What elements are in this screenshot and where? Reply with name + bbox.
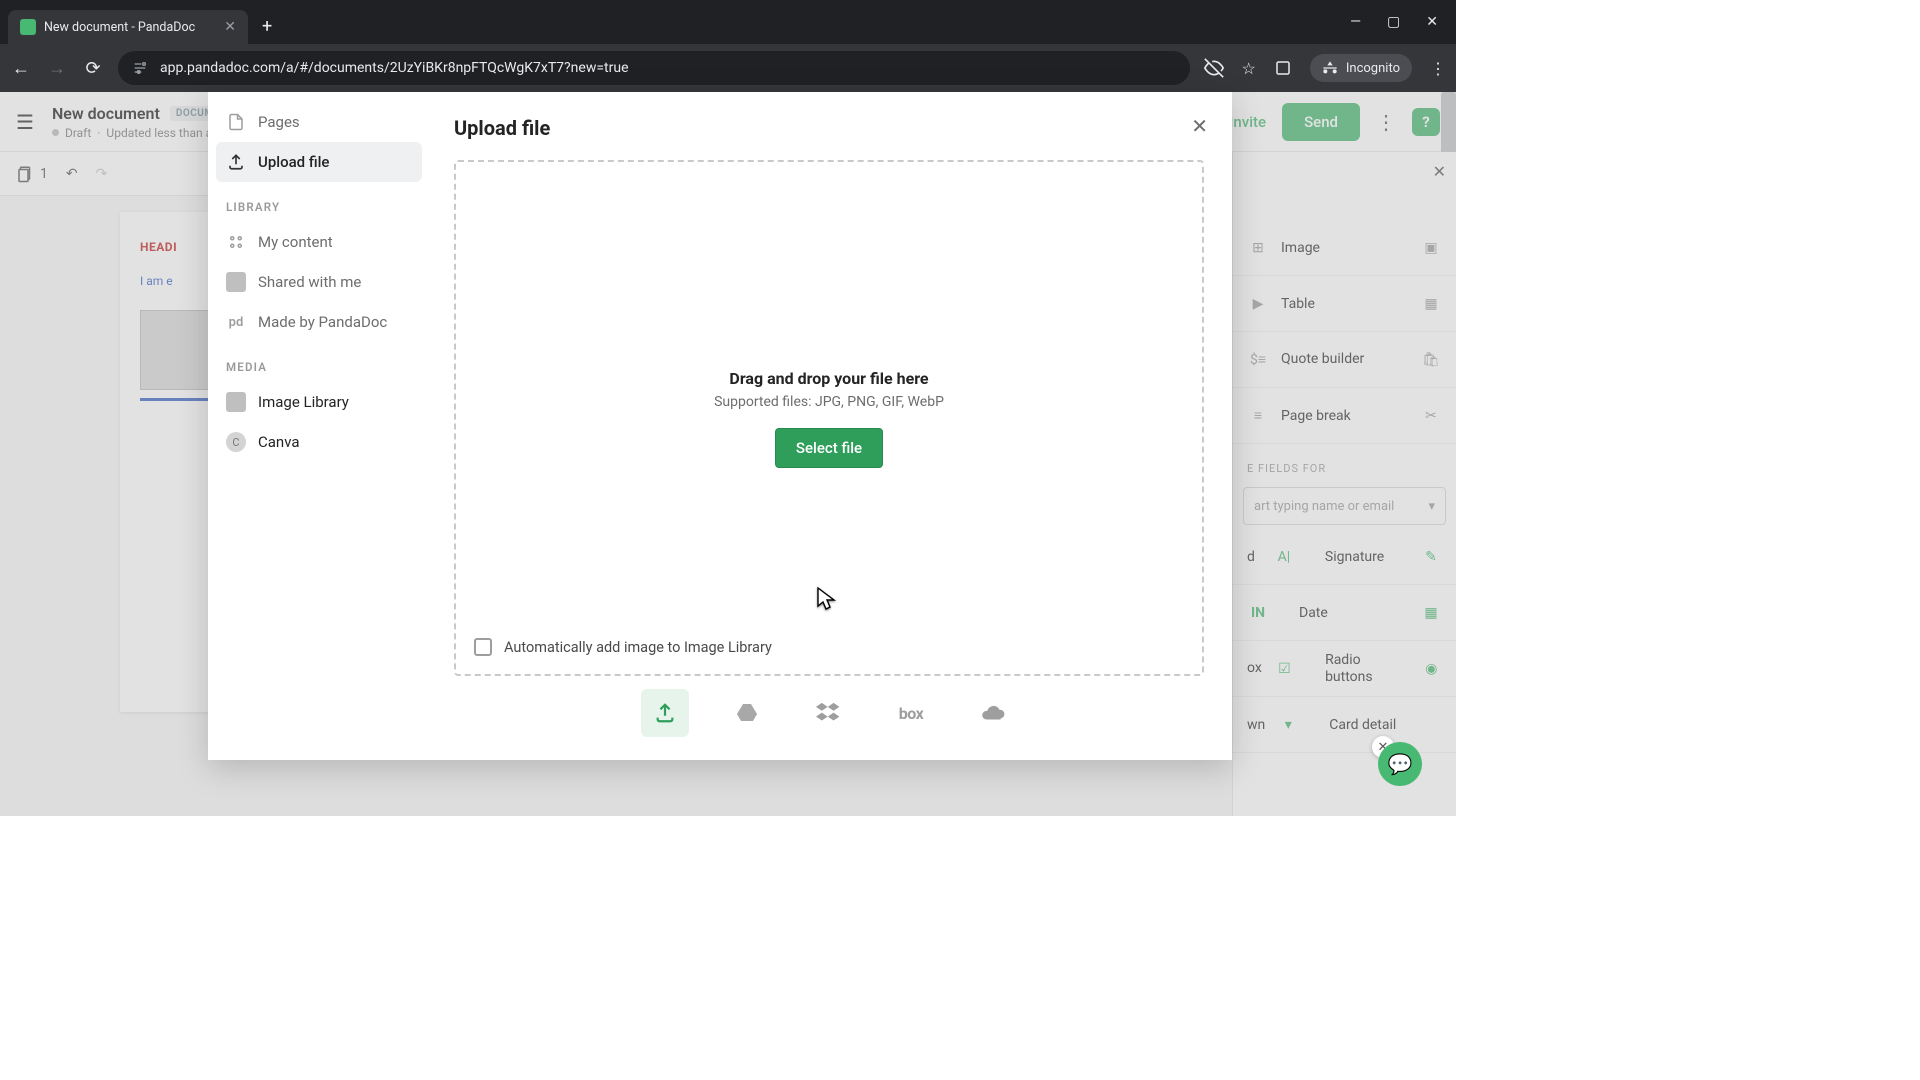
- provider-dropbox[interactable]: [805, 689, 853, 737]
- site-settings-icon[interactable]: [132, 60, 148, 76]
- new-tab-button[interactable]: +: [262, 16, 272, 37]
- extensions-icon[interactable]: [1274, 59, 1292, 77]
- eye-off-icon[interactable]: [1204, 58, 1224, 78]
- provider-box[interactable]: box: [887, 689, 935, 737]
- dropzone-title: Drag and drop your file here: [729, 369, 928, 388]
- sidebar-item-upload[interactable]: Upload file: [216, 142, 422, 182]
- browser-toolbar: ← → ⟳ app.pandadoc.com/a/#/documents/2Uz…: [0, 44, 1456, 92]
- sidebar-item-made-by[interactable]: pd Made by PandaDoc: [216, 302, 422, 342]
- upload-modal: Pages Upload file LIBRARY My content Sha…: [208, 92, 1232, 760]
- reload-button[interactable]: ⟳: [82, 58, 104, 79]
- sidebar-item-my-content[interactable]: My content: [216, 222, 422, 262]
- grid-icon: [226, 232, 246, 252]
- sidebar-item-pages[interactable]: Pages: [216, 102, 422, 142]
- sidebar-item-canva[interactable]: C Canva: [216, 422, 422, 462]
- modal-sidebar: Pages Upload file LIBRARY My content Sha…: [208, 92, 430, 760]
- sidebar-item-shared[interactable]: Shared with me: [216, 262, 422, 302]
- media-section-label: MEDIA: [216, 342, 422, 382]
- modal-main: Upload file ✕ Drag and drop your file he…: [430, 92, 1232, 760]
- checkbox-icon[interactable]: [474, 638, 492, 656]
- auto-add-checkbox-row[interactable]: Automatically add image to Image Library: [474, 638, 772, 656]
- select-file-button[interactable]: Select file: [775, 428, 883, 468]
- page-icon: [226, 112, 246, 132]
- provider-upload[interactable]: [641, 689, 689, 737]
- incognito-badge[interactable]: Incognito: [1310, 54, 1412, 82]
- tab-title: New document - PandaDoc: [44, 20, 195, 35]
- incognito-label: Incognito: [1346, 61, 1400, 76]
- provider-row: box: [454, 684, 1204, 742]
- window-minimize-icon[interactable]: —: [1350, 14, 1361, 30]
- image-library-icon: [226, 392, 246, 412]
- provider-cloud[interactable]: [969, 689, 1017, 737]
- back-button[interactable]: ←: [10, 58, 32, 79]
- bookmark-star-icon[interactable]: ☆: [1242, 59, 1256, 78]
- library-section-label: LIBRARY: [216, 182, 422, 222]
- auto-add-label: Automatically add image to Image Library: [504, 639, 772, 656]
- forward-button[interactable]: →: [46, 58, 68, 79]
- sidebar-item-image-library[interactable]: Image Library: [216, 382, 422, 422]
- tab-favicon: [20, 19, 36, 35]
- dropzone[interactable]: Drag and drop your file here Supported f…: [454, 160, 1204, 676]
- browser-tab[interactable]: New document - PandaDoc ✕: [8, 10, 248, 44]
- window-maximize-icon[interactable]: ▢: [1387, 14, 1400, 30]
- app-root: ☰ New document DOCUMENTS Draft · Updated…: [0, 92, 1456, 816]
- address-bar[interactable]: app.pandadoc.com/a/#/documents/2UzYiBKr8…: [118, 51, 1190, 85]
- dropzone-subtitle: Supported files: JPG, PNG, GIF, WebP: [714, 394, 944, 410]
- folder-icon: [226, 272, 246, 292]
- window-close-icon[interactable]: ✕: [1426, 14, 1438, 30]
- provider-google-drive[interactable]: [723, 689, 771, 737]
- chat-fab[interactable]: 💬: [1378, 742, 1422, 786]
- browser-titlebar: New document - PandaDoc ✕ + — ▢ ✕: [0, 0, 1456, 44]
- url-text: app.pandadoc.com/a/#/documents/2UzYiBKr8…: [160, 60, 629, 76]
- modal-title: Upload file: [454, 116, 1204, 140]
- upload-icon: [226, 152, 246, 172]
- modal-close-icon[interactable]: ✕: [1191, 114, 1208, 138]
- browser-menu-icon[interactable]: ⋮: [1430, 59, 1446, 78]
- canva-icon: C: [226, 432, 246, 452]
- pandadoc-icon: pd: [226, 312, 246, 332]
- tab-close-icon[interactable]: ✕: [224, 19, 236, 35]
